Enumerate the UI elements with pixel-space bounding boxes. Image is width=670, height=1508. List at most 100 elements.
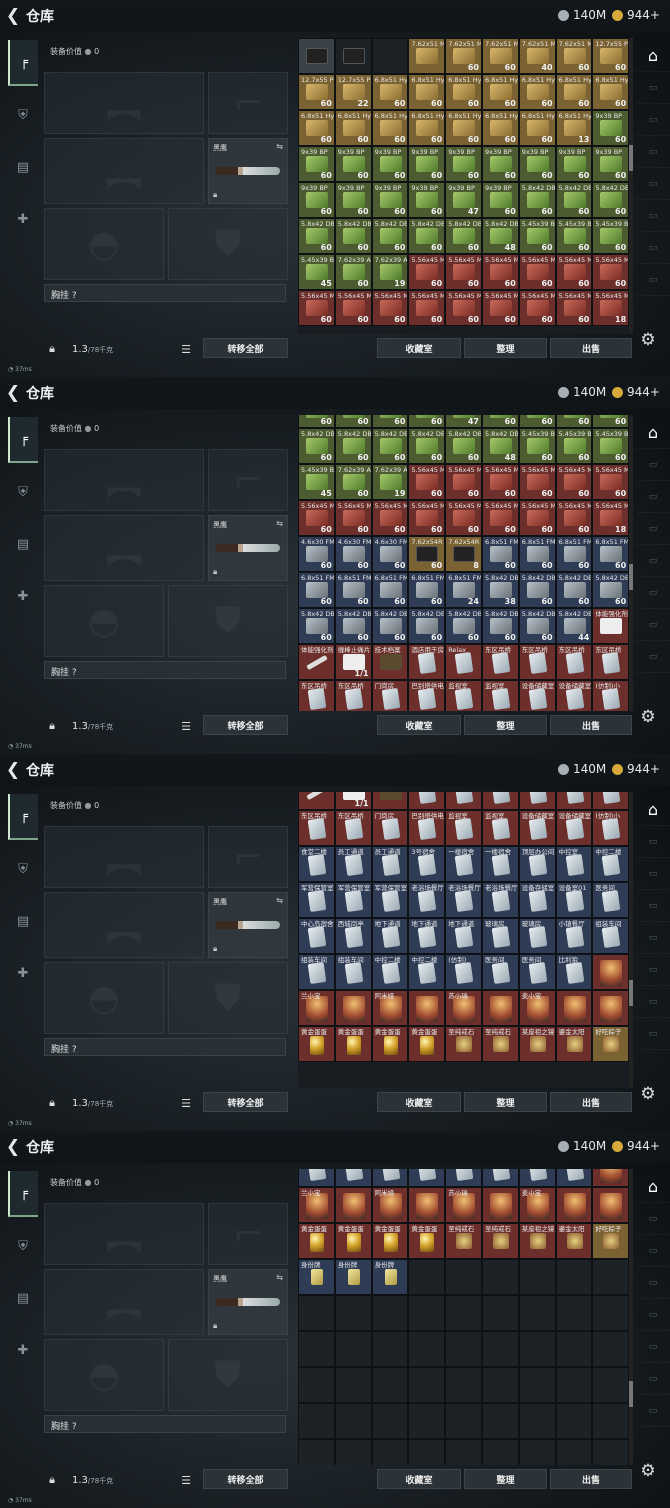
- empty-slot[interactable]: [408, 1331, 446, 1367]
- inventory-item[interactable]: 5.8x42 DBP10 38: [481, 572, 519, 608]
- inventory-item[interactable]: 黄金蛋蛋: [408, 1026, 446, 1062]
- armor-slot[interactable]: ⛊: [168, 585, 288, 657]
- inventory-item[interactable]: 6.8x51 Hybrid 60: [592, 74, 630, 110]
- inventory-item[interactable]: Relax: [445, 792, 482, 810]
- inventory-item[interactable]: 5.56x45 M855 60: [518, 254, 556, 290]
- inventory-item[interactable]: 5.8x42 DBP1060: [518, 572, 556, 608]
- list-icon[interactable]: ☰: [178, 343, 194, 356]
- inventory-item[interactable]: 9x39 BP60: [298, 415, 335, 428]
- primary-weapon-slot[interactable]: ︻: [44, 1203, 204, 1265]
- inventory-item[interactable]: 5.8x42 DBP1060: [592, 415, 630, 428]
- empty-slot[interactable]: [555, 1367, 593, 1403]
- transfer-all-button[interactable]: 转移全部: [203, 715, 288, 735]
- inventory-item[interactable]: 5.56x45 M855 60: [518, 500, 556, 536]
- inventory-item[interactable]: [334, 1187, 372, 1223]
- inventory-item[interactable]: 9x39 BP60: [408, 146, 446, 182]
- category-icon[interactable]: ▭: [636, 481, 670, 513]
- list-icon[interactable]: ☰: [178, 1097, 194, 1110]
- empty-slot[interactable]: [518, 1295, 556, 1331]
- inventory-item[interactable]: 9x39 BP60: [408, 415, 446, 428]
- inventory-item[interactable]: [408, 990, 446, 1026]
- tab-weapons[interactable]: ╒: [8, 794, 38, 840]
- inventory-item[interactable]: 5.56x45 M855 60: [298, 500, 335, 536]
- inventory-item[interactable]: 12.7x55 PS12 22: [334, 74, 372, 110]
- inventory-item[interactable]: 西城岗亭: [334, 918, 372, 954]
- inventory-item[interactable]: 医务间: [481, 954, 519, 990]
- inventory-item[interactable]: 7.62x39 AP 19: [371, 254, 409, 290]
- back-icon[interactable]: ❮: [0, 754, 26, 786]
- inventory-item[interactable]: 中控二楼: [592, 846, 630, 882]
- category-icon[interactable]: ▭: [636, 72, 670, 104]
- inventory-item[interactable]: 5.56x45 M855 60: [408, 290, 446, 326]
- inventory-item[interactable]: [555, 1187, 593, 1223]
- gear-icon[interactable]: ⚙: [637, 1084, 659, 1106]
- inventory-item[interactable]: 5.8x42 DBP1060: [298, 428, 335, 464]
- stash-grid[interactable]: 体能强化剂缠棒止痛片1/1技术档案酒店用于房卡Relax东区吊桥东区吊桥东区吊桥…: [298, 792, 630, 1088]
- inventory-item[interactable]: 5.56x45 M855 60: [445, 500, 482, 536]
- category-icon[interactable]: ▭: [636, 264, 670, 296]
- category-icon[interactable]: ▭: [636, 858, 670, 890]
- empty-slot[interactable]: [518, 1403, 556, 1439]
- inventory-item[interactable]: 设备储藏室: [518, 810, 556, 846]
- inventory-item[interactable]: 中控室: [555, 846, 593, 882]
- category-icon[interactable]: ▭: [636, 1018, 670, 1050]
- tab-weapons[interactable]: ╒: [8, 40, 38, 86]
- inventory-item[interactable]: 酒店用于房卡: [408, 792, 446, 810]
- inventory-item[interactable]: 中控二楼: [408, 954, 446, 990]
- category-icon[interactable]: ▭: [636, 104, 670, 136]
- inventory-item[interactable]: 比利狼: [555, 954, 593, 990]
- inventory-item[interactable]: 身份牌: [334, 1259, 372, 1295]
- inventory-item[interactable]: 比利狼: [555, 1169, 593, 1187]
- inventory-item[interactable]: 5.8x42 DBP1060: [555, 182, 593, 218]
- inventory-item[interactable]: 东区吊桥: [298, 810, 335, 846]
- empty-slot[interactable]: [408, 1295, 446, 1331]
- stash-scrollbar[interactable]: [629, 415, 633, 711]
- inventory-item[interactable]: [592, 990, 630, 1026]
- back-icon[interactable]: ❮: [0, 1131, 26, 1163]
- tab-consumables[interactable]: ▤: [8, 1275, 38, 1321]
- inventory-item[interactable]: 组装车间: [298, 954, 335, 990]
- inventory-item[interactable]: 黄金蛋蛋: [334, 1026, 372, 1062]
- inventory-item[interactable]: 黄金蛋蛋: [298, 1026, 335, 1062]
- inventory-item[interactable]: 阿米娅: [371, 990, 409, 1026]
- primary-weapon-slot[interactable]: ︻: [44, 449, 204, 511]
- inventory-item[interactable]: 5.56x45 M855 60: [555, 290, 593, 326]
- inventory-item[interactable]: 5.45x39 BS 60: [592, 428, 630, 464]
- inventory-item[interactable]: 5.8x42 DBP1060: [445, 608, 482, 644]
- inventory-item[interactable]: 5.56x45 M855 60: [445, 464, 482, 500]
- inventory-item[interactable]: 6.8x51 Hybrid 13: [555, 110, 593, 146]
- category-icon[interactable]: ▭: [636, 1363, 670, 1395]
- category-icon[interactable]: ▭: [636, 449, 670, 481]
- inventory-item[interactable]: [445, 1259, 482, 1295]
- tab-armor[interactable]: ⛨: [8, 1223, 38, 1269]
- inventory-item[interactable]: 6.8x51 Hybrid 60: [371, 74, 409, 110]
- inventory-item[interactable]: 5.56x45 M855 60: [371, 290, 409, 326]
- inventory-item[interactable]: 5.45x39 BS 60: [518, 428, 556, 464]
- inventory-item[interactable]: 12.7x55 PS12A 60: [298, 74, 335, 110]
- inventory-item[interactable]: 7.62x51 M80 40: [518, 38, 556, 74]
- sidearm-slot[interactable]: ⌐: [208, 449, 288, 511]
- inventory-item[interactable]: 5.56x45 M855 60: [481, 290, 519, 326]
- gold-currency[interactable]: 944+: [612, 1139, 660, 1153]
- inventory-item[interactable]: 7.62x54R LPS 60: [408, 536, 446, 572]
- inventory-item[interactable]: 至纯戒石: [481, 1223, 519, 1259]
- inventory-item[interactable]: 监视室: [445, 680, 482, 711]
- inventory-item[interactable]: 5.8x42 DBP1060: [555, 572, 593, 608]
- chest-rig-slot[interactable]: 胸挂 ?: [44, 1415, 286, 1433]
- inventory-item[interactable]: 玻璃房: [518, 918, 556, 954]
- inventory-item[interactable]: 6.8x51 Hybrid 60: [334, 110, 372, 146]
- inventory-item[interactable]: 6.8x51 FMJ 60: [408, 572, 446, 608]
- sell-button[interactable]: 出售: [550, 715, 632, 735]
- tab-armor[interactable]: ⛨: [8, 469, 38, 515]
- inventory-item[interactable]: 5.56x45 M855 60: [518, 290, 556, 326]
- inventory-item[interactable]: 东区吊桥: [555, 792, 593, 810]
- inventory-item[interactable]: 6.8x51 Hybrid 60: [518, 110, 556, 146]
- lock-icon[interactable]: 🔒︎: [42, 719, 62, 733]
- category-icon[interactable]: ▭: [636, 1235, 670, 1267]
- empty-slot[interactable]: [371, 1331, 409, 1367]
- inventory-item[interactable]: [371, 38, 409, 74]
- category-icon[interactable]: ▭: [636, 609, 670, 641]
- inventory-item[interactable]: 组装车间: [334, 1169, 372, 1187]
- inventory-item[interactable]: 医务间: [592, 882, 630, 918]
- inventory-item[interactable]: 麦小宝: [518, 1187, 556, 1223]
